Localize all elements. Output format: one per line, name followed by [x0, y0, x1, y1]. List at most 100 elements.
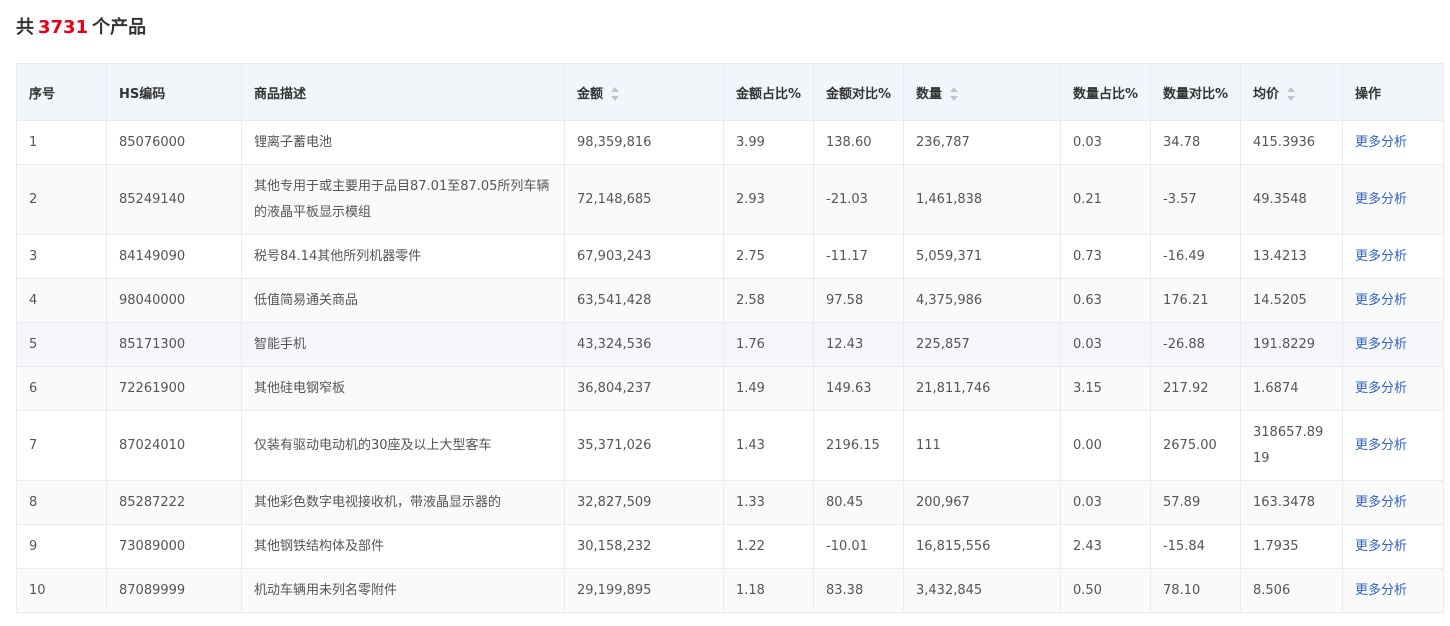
table-cell-avg-price: 49.3548	[1240, 164, 1343, 235]
table-cell-hs-code: 85249140	[106, 164, 242, 235]
table-body: 1 85076000 锂离子蓄电池 98,359,816 3.99 138.60 236,7…	[16, 120, 1444, 613]
column-header-avg-price[interactable]: 均价	[1240, 63, 1343, 121]
more-analysis-link[interactable]: 更多分析	[1355, 192, 1407, 207]
table-cell-action: 更多分析	[1342, 410, 1444, 481]
column-header-label: 均价	[1253, 86, 1280, 102]
table-row: 10 87089999 机动车辆用未列名零附件 29,199,895 1.18 83.38…	[16, 568, 1444, 613]
table-cell-avg-price: 1.6874	[1240, 366, 1343, 411]
table-row: 4 98040000 低值简易通关商品 63,541,428 2.58 97.58 4,37…	[16, 278, 1444, 323]
sort-icon[interactable]	[950, 87, 959, 101]
table-cell-quantity-share: 0.50	[1060, 568, 1151, 613]
table-cell-quantity: 4,375,986	[903, 278, 1061, 323]
table-cell-quantity-share: 2.43	[1060, 524, 1151, 569]
column-header-hs-code: HS编码	[106, 63, 242, 121]
table-cell-amount: 98,359,816	[564, 120, 724, 165]
sort-ascending-icon[interactable]	[611, 87, 620, 92]
table-cell-amount-yoy: -11.17	[813, 234, 904, 279]
table-cell-action: 更多分析	[1342, 568, 1444, 613]
more-analysis-link[interactable]: 更多分析	[1355, 539, 1407, 554]
table-cell-hs-code: 87024010	[106, 410, 242, 481]
table-header-row: 序号 HS编码 商品描述 金额 金额占比% 金额对比% 数量 数量占比% 数量对比% 均价 操作	[16, 63, 1444, 121]
table-cell-amount-share: 1.33	[723, 480, 814, 525]
sort-descending-icon[interactable]	[611, 96, 620, 101]
table-cell-quantity-yoy: 78.10	[1150, 568, 1241, 613]
table-cell-action: 更多分析	[1342, 480, 1444, 525]
more-analysis-link[interactable]: 更多分析	[1355, 583, 1407, 598]
more-analysis-link[interactable]: 更多分析	[1355, 337, 1407, 352]
table-cell-avg-price: 163.3478	[1240, 480, 1343, 525]
table-cell-index: 2	[16, 164, 107, 235]
table-cell-quantity: 111	[903, 410, 1061, 481]
table-cell-quantity-share: 0.63	[1060, 278, 1151, 323]
table-row: 1 85076000 锂离子蓄电池 98,359,816 3.99 138.60 236,7…	[16, 120, 1444, 165]
column-header-amount[interactable]: 金额	[564, 63, 724, 121]
product-table-container: 序号 HS编码 商品描述 金额 金额占比% 金额对比% 数量 数量占比% 数量对比% 均价 操作 1…	[16, 63, 1444, 613]
column-header-label: 商品描述	[254, 86, 307, 102]
column-header-quantity[interactable]: 数量	[903, 63, 1061, 121]
table-cell-amount: 32,827,509	[564, 480, 724, 525]
more-analysis-link[interactable]: 更多分析	[1355, 495, 1407, 510]
table-cell-action: 更多分析	[1342, 234, 1444, 279]
table-cell-index: 10	[16, 568, 107, 613]
table-cell-quantity-share: 0.21	[1060, 164, 1151, 235]
table-cell-quantity-yoy: 57.89	[1150, 480, 1241, 525]
column-header-label: 数量	[916, 86, 943, 102]
table-cell-description: 机动车辆用未列名零附件	[241, 568, 565, 613]
table-cell-amount: 29,199,895	[564, 568, 724, 613]
table-cell-avg-price: 13.4213	[1240, 234, 1343, 279]
column-header-label: 操作	[1355, 86, 1382, 102]
table-cell-description: 仅装有驱动电动机的30座及以上大型客车	[241, 410, 565, 481]
column-header-quantity-yoy: 数量对比%	[1150, 63, 1241, 121]
summary-suffix: 个产品	[92, 17, 147, 38]
table-cell-quantity-yoy: 34.78	[1150, 120, 1241, 165]
table-cell-amount: 72,148,685	[564, 164, 724, 235]
table-cell-description: 其他硅电钢窄板	[241, 366, 565, 411]
table-cell-quantity: 1,461,838	[903, 164, 1061, 235]
table-cell-quantity-share: 0.03	[1060, 120, 1151, 165]
table-row: 2 85249140 其他专用于或主要用于品目87.01至87.05所列车辆的液晶平…	[16, 164, 1444, 235]
table-cell-avg-price: 191.8229	[1240, 322, 1343, 367]
table-cell-index: 5	[16, 322, 107, 367]
column-header-quantity-share: 数量占比%	[1060, 63, 1151, 121]
table-cell-amount-yoy: 12.43	[813, 322, 904, 367]
table-cell-amount: 30,158,232	[564, 524, 724, 569]
column-header-label: 数量对比%	[1163, 86, 1229, 102]
table-cell-quantity: 5,059,371	[903, 234, 1061, 279]
sort-descending-icon[interactable]	[1287, 96, 1296, 101]
sort-descending-icon[interactable]	[950, 96, 959, 101]
table-cell-hs-code: 72261900	[106, 366, 242, 411]
table-cell-amount-yoy: -21.03	[813, 164, 904, 235]
table-cell-avg-price: 415.3936	[1240, 120, 1343, 165]
table-cell-quantity-yoy: -26.88	[1150, 322, 1241, 367]
table-cell-action: 更多分析	[1342, 322, 1444, 367]
table-cell-description: 其他彩色数字电视接收机，带液晶显示器的	[241, 480, 565, 525]
more-analysis-link[interactable]: 更多分析	[1355, 381, 1407, 396]
table-cell-index: 8	[16, 480, 107, 525]
table-cell-amount-share: 1.22	[723, 524, 814, 569]
more-analysis-link[interactable]: 更多分析	[1355, 438, 1407, 453]
table-cell-action: 更多分析	[1342, 120, 1444, 165]
table-cell-amount: 36,804,237	[564, 366, 724, 411]
sort-ascending-icon[interactable]	[1287, 87, 1296, 92]
table-header: 序号 HS编码 商品描述 金额 金额占比% 金额对比% 数量 数量占比% 数量对比% 均价 操作	[16, 63, 1444, 121]
sort-icon[interactable]	[1287, 87, 1296, 101]
table-cell-index: 9	[16, 524, 107, 569]
table-cell-amount-share: 1.49	[723, 366, 814, 411]
more-analysis-link[interactable]: 更多分析	[1355, 249, 1407, 264]
table-cell-amount-share: 3.99	[723, 120, 814, 165]
sort-ascending-icon[interactable]	[950, 87, 959, 92]
column-header-label: 数量占比%	[1073, 86, 1139, 102]
table-cell-amount-share: 1.76	[723, 322, 814, 367]
table-cell-quantity-share: 0.03	[1060, 322, 1151, 367]
table-cell-hs-code: 85171300	[106, 322, 242, 367]
sort-icon[interactable]	[611, 87, 620, 101]
column-header-description: 商品描述	[241, 63, 565, 121]
table-row: 3 84149090 税号84.14其他所列机器零件 67,903,243 2.75 -1…	[16, 234, 1444, 279]
more-analysis-link[interactable]: 更多分析	[1355, 293, 1407, 308]
table-cell-quantity: 200,967	[903, 480, 1061, 525]
table-cell-action: 更多分析	[1342, 366, 1444, 411]
more-analysis-link[interactable]: 更多分析	[1355, 135, 1407, 150]
table-cell-description: 低值简易通关商品	[241, 278, 565, 323]
table-cell-quantity-share: 0.73	[1060, 234, 1151, 279]
table-row: 5 85171300 智能手机 43,324,536 1.76 12.43 225,857 0…	[16, 322, 1444, 367]
